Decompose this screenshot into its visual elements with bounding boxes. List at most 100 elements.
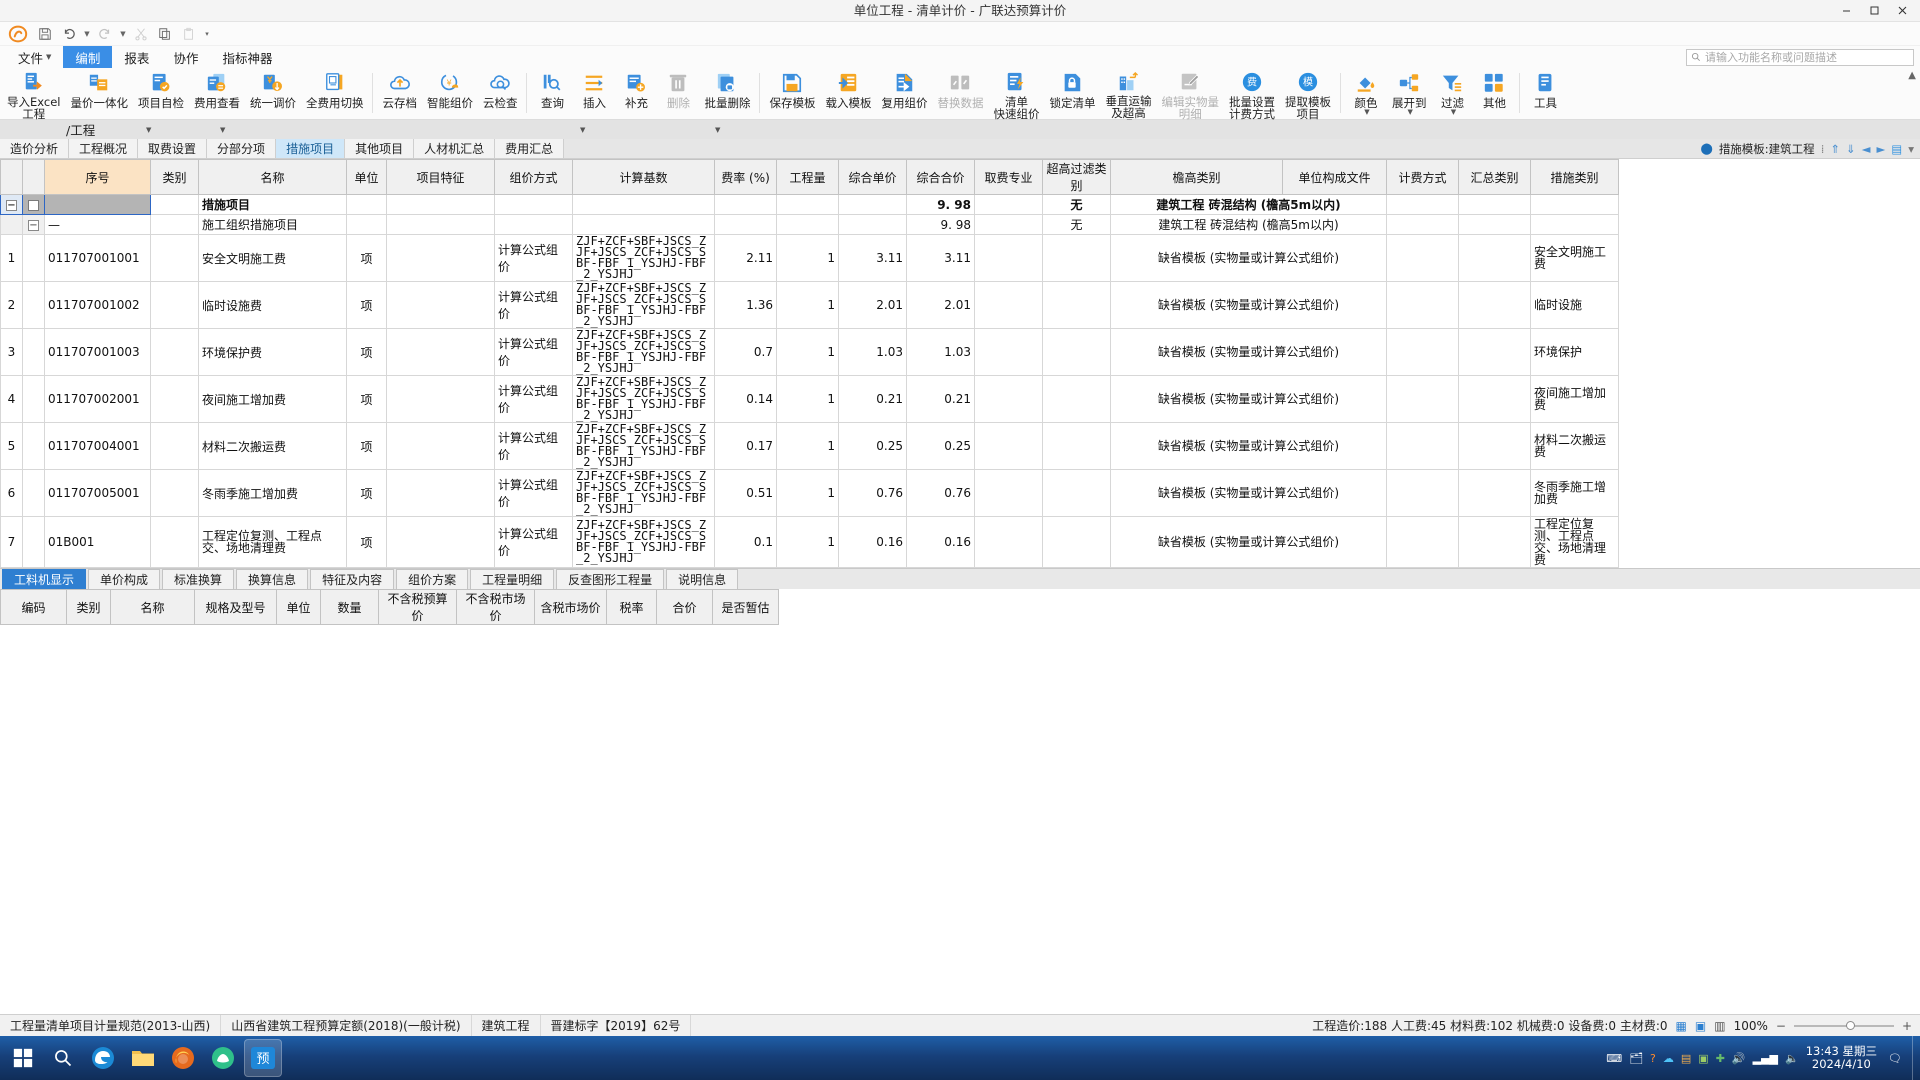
col-类别[interactable]: 类别 <box>150 159 199 195</box>
tray-app2-icon[interactable]: ▣ <box>1698 1052 1708 1065</box>
tray-keyboard-icon[interactable]: ⌨ <box>1606 1052 1622 1065</box>
ribbon-lock-list[interactable]: 锁定清单 <box>1044 68 1100 120</box>
col-檐高类别[interactable]: 檐高类别 <box>1110 159 1283 195</box>
col-序号[interactable]: 序号 <box>44 159 151 195</box>
menu-item-compile[interactable]: 编制 <box>63 46 113 68</box>
bottom-tab-unit-price[interactable]: 单价构成 <box>88 569 161 589</box>
col-措施类别[interactable]: 措施类别 <box>1530 159 1619 195</box>
col-综合合价[interactable]: 综合合价 <box>906 159 975 195</box>
edge-icon[interactable] <box>84 1039 122 1077</box>
menu-item-indicator[interactable]: 指标神器 <box>210 46 284 68</box>
ribbon-edit-quantity[interactable]: 编辑实物量 明细 <box>1156 68 1224 120</box>
undo-dropdown-icon[interactable]: ▼ <box>82 23 92 45</box>
ribbon-import-excel[interactable]: 导入Excel 工程 <box>2 68 65 120</box>
ribbon-quick-pricing[interactable]: 清单 快速组价 <box>988 68 1044 120</box>
row-header[interactable]: 2 <box>0 281 23 329</box>
menu-item-collaborate[interactable]: 协作 <box>161 46 210 68</box>
col-项目特征[interactable]: 项目特征 <box>386 159 495 195</box>
bottom-tab-standard-conversion[interactable]: 标准换算 <box>162 569 235 589</box>
col-计费方式[interactable]: 计费方式 <box>1386 159 1459 195</box>
table-row[interactable]: 3 011707001003 环境保护费 项 计算公式组价 ZJF+ZCF+SB… <box>0 328 1619 376</box>
notification-icon[interactable]: 🗨 <box>1888 1052 1902 1065</box>
row-expander-cell[interactable] <box>0 214 23 235</box>
tim-icon[interactable] <box>204 1039 242 1077</box>
collapse-icon[interactable]: − <box>6 199 17 211</box>
tray-app3-icon[interactable]: ✚ <box>1716 1052 1725 1065</box>
ribbon-expand-to[interactable]: 展开到 ▼ <box>1387 68 1432 120</box>
col-组价方式[interactable]: 组价方式 <box>494 159 573 195</box>
bottom-tab-quantity-detail[interactable]: 工程量明细 <box>470 569 555 589</box>
explorer-icon[interactable] <box>124 1039 162 1077</box>
nav-first-icon[interactable]: ⇑ <box>1830 142 1840 156</box>
bottom-tab-pricing-plan[interactable]: 组价方案 <box>396 569 469 589</box>
ribbon-query[interactable]: 查询 <box>531 68 573 120</box>
table-row[interactable]: 1 011707001001 安全文明施工费 项 计算公式组价 ZJF+ZCF+… <box>0 234 1619 282</box>
detail-grid[interactable]: 编码 类别 名称 规格及型号 单位 数量 不含税预算价 不含税市场价 含税市场价… <box>0 589 1920 625</box>
col-工程量[interactable]: 工程量 <box>776 159 839 195</box>
row-header[interactable]: 7 <box>0 516 23 568</box>
redo-dropdown-icon[interactable]: ▼ <box>118 23 128 45</box>
ribbon-batch-setting[interactable]: 费 批量设置 计费方式 <box>1224 68 1280 120</box>
search-taskbar-icon[interactable] <box>44 1039 82 1077</box>
col-取费专业[interactable]: 取费专业 <box>974 159 1043 195</box>
glodon-app-button[interactable]: 预 <box>244 1039 282 1077</box>
col-单位构成文件[interactable]: 单位构成文件 <box>1282 159 1387 195</box>
table-row[interactable]: 4 011707002001 夜间施工增加费 项 计算公式组价 ZJF+ZCF+… <box>0 375 1619 423</box>
paste-dropdown-icon[interactable]: ▾ <box>202 23 212 45</box>
menu-item-file[interactable]: 文件 ▼ <box>6 46 63 68</box>
close-button[interactable] <box>1888 1 1916 21</box>
dcol-不含税预算价[interactable]: 不含税预算价 <box>378 589 457 625</box>
dcol-合价[interactable]: 合价 <box>656 589 713 625</box>
tab-fee-settings[interactable]: 取费设置 <box>138 139 208 158</box>
zoom-slider[interactable] <box>1793 1020 1894 1030</box>
row-expander-cell[interactable]: − <box>0 194 23 215</box>
tray-cloud-icon[interactable]: ☁ <box>1663 1052 1674 1065</box>
row-checkbox-cell[interactable] <box>22 194 45 215</box>
show-desktop-button[interactable] <box>1912 1036 1920 1080</box>
copy-icon[interactable] <box>154 23 176 45</box>
dcol-是否暂估[interactable]: 是否暂估 <box>712 589 779 625</box>
ribbon-reuse-pricing[interactable]: 复用组价 <box>876 68 932 120</box>
col-单位[interactable]: 单位 <box>346 159 387 195</box>
nav-up-icon[interactable]: ⇓ <box>1846 142 1856 156</box>
ribbon-load-template[interactable]: 载入模板 <box>820 68 876 120</box>
collapse-icon[interactable]: − <box>28 219 39 231</box>
bottom-tab-reverse-graphics[interactable]: 反查图形工程量 <box>556 569 665 589</box>
zoom-knob[interactable] <box>1845 1020 1855 1030</box>
ribbon-full-cost-switch[interactable]: 全费用切换 <box>301 68 369 120</box>
dcol-不含税市场价[interactable]: 不含税市场价 <box>456 589 535 625</box>
nav-left-icon[interactable]: ◄ <box>1862 142 1871 156</box>
bottom-tab-materials[interactable]: 工料机显示 <box>2 569 87 589</box>
tab-other-items[interactable]: 其他项目 <box>345 139 415 158</box>
row-header[interactable]: 3 <box>0 328 23 376</box>
undo-icon[interactable] <box>58 23 80 45</box>
path-caret-3-icon[interactable]: ▼ <box>580 126 585 134</box>
zoom-in-icon[interactable]: + <box>1902 1019 1912 1033</box>
dcol-单位[interactable]: 单位 <box>276 589 321 625</box>
table-row[interactable]: − — 施工组织措施项目 9. 98 无 建筑工程 砖混结构 (檐高5m以内) <box>0 214 1619 235</box>
table-view-icon[interactable]: ▦ <box>1676 1019 1687 1033</box>
row-header[interactable]: 4 <box>0 375 23 423</box>
tab-fee-summary[interactable]: 费用汇总 <box>495 139 565 158</box>
tab-labor-material-summary[interactable]: 人材机汇总 <box>414 139 496 158</box>
ribbon-delete[interactable]: 删除 <box>657 68 699 120</box>
redo-icon[interactable] <box>94 23 116 45</box>
dcol-数量[interactable]: 数量 <box>320 589 379 625</box>
dcol-类别[interactable]: 类别 <box>66 589 111 625</box>
col-超高过滤类别[interactable]: 超高过滤类别 <box>1042 159 1111 195</box>
row-checkbox[interactable] <box>28 199 39 211</box>
ribbon-extract-template[interactable]: 模 提取模板 项目 <box>1280 68 1336 120</box>
ribbon-insert[interactable]: 插入 <box>573 68 615 120</box>
ribbon-quantity-price[interactable]: 量价一体化 <box>65 68 133 120</box>
bottom-tab-description[interactable]: 说明信息 <box>666 569 739 589</box>
bottom-tab-conversion-info[interactable]: 换算信息 <box>236 569 309 589</box>
row-header[interactable]: 5 <box>0 422 23 470</box>
table-row[interactable]: 7 01B001 工程定位复测、工程点交、场地清理费 项 计算公式组价 ZJF+… <box>0 516 1619 568</box>
ribbon-collapse-icon[interactable]: ▲ <box>1908 70 1916 81</box>
col-费率[interactable]: 费率 (%) <box>714 159 777 195</box>
ribbon-smart-pricing[interactable]: ¥ 智能组价 <box>422 68 478 120</box>
col-汇总类别[interactable]: 汇总类别 <box>1458 159 1531 195</box>
cut-icon[interactable] <box>130 23 152 45</box>
dcol-规格及型号[interactable]: 规格及型号 <box>194 589 277 625</box>
dcol-含税市场价[interactable]: 含税市场价 <box>534 589 607 625</box>
